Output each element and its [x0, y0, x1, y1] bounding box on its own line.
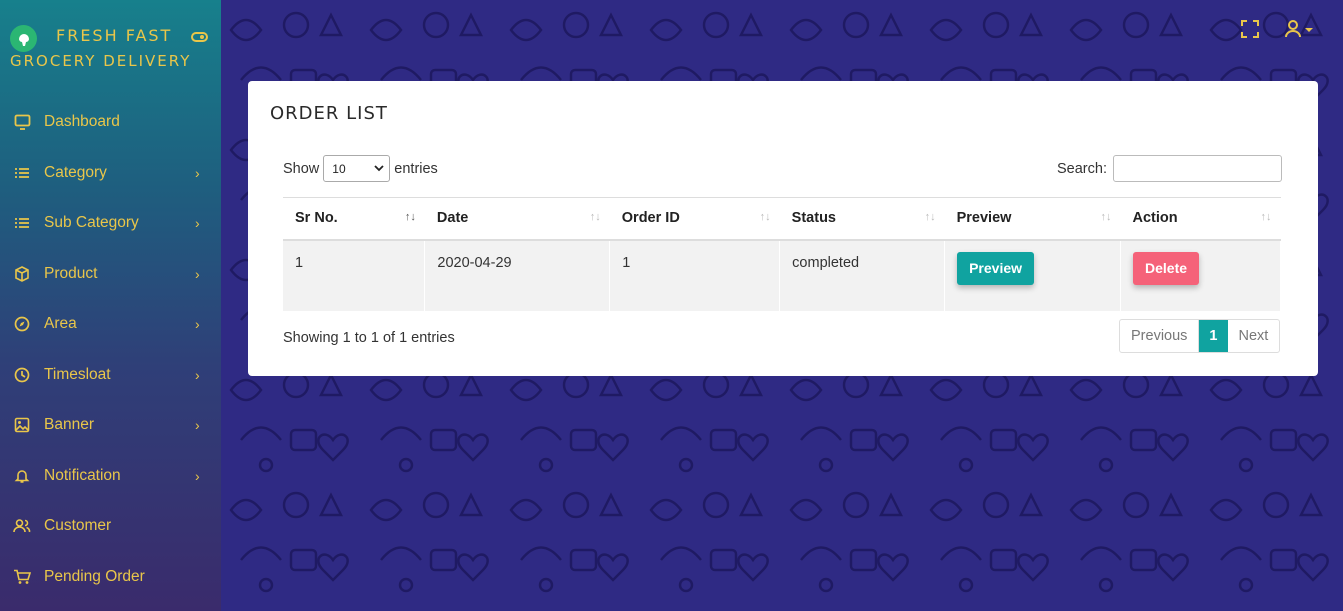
sidebar-item-product[interactable]: Product › [0, 249, 221, 300]
sort-icon: ↑↓ [1100, 211, 1112, 223]
page-size-control: Show 10 entries [283, 155, 438, 182]
column-header-label: Date [436, 210, 469, 227]
cell-sr-no: 1 [283, 239, 426, 311]
sort-icon: ↑↓ [924, 211, 936, 223]
chevron-right-icon: › [195, 417, 200, 434]
brand-name: FRESH FAST [56, 26, 173, 45]
entries-label: entries [394, 160, 438, 177]
sidebar-item-area[interactable]: Area › [0, 299, 221, 350]
search-control: Search: [1057, 155, 1282, 182]
column-header-label: Sr No. [295, 210, 338, 227]
cell-preview: Preview [944, 239, 1122, 311]
sidebar-item-dashboard[interactable]: Dashboard [0, 97, 221, 148]
sort-icon: ↑↓ [1260, 211, 1272, 223]
list-icon [13, 214, 31, 232]
chevron-right-icon: › [195, 366, 200, 383]
column-header-date[interactable]: Date ↑↓ [424, 197, 610, 241]
sort-icon: ↑↓ [759, 211, 771, 223]
sort-icon: ↑↓ [589, 211, 601, 223]
preview-button[interactable]: Preview [957, 251, 1035, 285]
table-row: 1 2020-04-29 1 completed Preview Delete [283, 239, 1281, 311]
sidebar-item-label: Category [44, 163, 107, 181]
column-header-order-id[interactable]: Order ID ↑↓ [609, 197, 780, 241]
column-header-sr-no[interactable]: Sr No. ↑↓ [283, 197, 425, 241]
page-number-button[interactable]: 1 [1199, 320, 1228, 352]
page-title: ORDER LIST [270, 103, 388, 124]
pagination: Previous 1 Next [1119, 319, 1281, 353]
sidebar-toggle-icon[interactable] [191, 30, 208, 44]
cell-date: 2020-04-29 [424, 239, 611, 311]
box-icon [13, 265, 31, 283]
bell-icon [13, 467, 31, 485]
sidebar-item-category[interactable]: Category › [0, 148, 221, 199]
table-info: Showing 1 to 1 of 1 entries [283, 330, 455, 346]
sidebar-item-label: Timesloat [44, 365, 111, 383]
column-header-label: Action [1132, 210, 1178, 227]
sidebar-item-banner[interactable]: Banner › [0, 400, 221, 451]
sidebar-item-label: Customer [44, 517, 112, 535]
search-label: Search: [1057, 160, 1107, 177]
next-page-button[interactable]: Next [1228, 320, 1280, 352]
compass-icon [13, 315, 31, 333]
sidebar-item-label: Product [44, 264, 98, 282]
show-label: Show [283, 160, 320, 177]
brand-tagline: GROCERY DELIVERY [10, 52, 192, 70]
sidebar-item-label: Banner [44, 416, 94, 434]
column-header-label: Preview [956, 210, 1012, 227]
users-icon [13, 517, 31, 535]
previous-page-button[interactable]: Previous [1120, 320, 1200, 352]
fullscreen-icon[interactable] [1240, 19, 1262, 39]
chevron-right-icon: › [195, 215, 200, 232]
image-icon [13, 416, 31, 434]
cell-status: completed [779, 239, 946, 311]
page-size-select[interactable]: 10 [323, 155, 391, 182]
cell-action: Delete [1120, 239, 1281, 311]
brand: FRESH FAST GROCERY DELIVERY [0, 0, 221, 80]
monitor-icon [13, 113, 31, 131]
sidebar-item-label: Area [44, 315, 77, 333]
user-menu-icon[interactable] [1284, 19, 1320, 39]
sidebar: FRESH FAST GROCERY DELIVERY Dashboard Ca… [0, 0, 221, 611]
logo-icon [10, 25, 37, 52]
sidebar-item-label: Dashboard [44, 113, 120, 131]
order-list-card: ORDER LIST Show 10 entries Search: Sr No… [248, 81, 1318, 376]
column-header-status[interactable]: Status ↑↓ [779, 197, 945, 241]
sort-icon: ↑↓ [404, 211, 416, 223]
page-size-value: 10 [332, 161, 346, 176]
sidebar-item-label: Pending Order [44, 567, 145, 585]
sidebar-item-label: Notification [44, 466, 121, 484]
sidebar-item-notification[interactable]: Notification › [0, 451, 221, 502]
chevron-down-icon [373, 162, 385, 177]
sidebar-item-label: Sub Category [44, 214, 139, 232]
clock-icon [13, 366, 31, 384]
delete-button[interactable]: Delete [1133, 251, 1200, 285]
chevron-right-icon: › [195, 265, 200, 282]
list-icon [13, 164, 31, 182]
chevron-right-icon: › [195, 316, 200, 333]
sidebar-menu: Dashboard Category › Sub Category › Prod… [0, 97, 221, 602]
orders-table: Sr No. ↑↓ Date ↑↓ Order ID ↑↓ Status ↑↓ Prev… [283, 197, 1281, 311]
search-input[interactable] [1112, 155, 1282, 182]
chevron-right-icon: › [195, 467, 200, 484]
chevron-right-icon: › [195, 164, 200, 181]
column-header-label: Order ID [621, 210, 680, 227]
sidebar-item-sub-category[interactable]: Sub Category › [0, 198, 221, 249]
sidebar-item-pending-order[interactable]: Pending Order [0, 552, 221, 603]
cart-icon [13, 568, 31, 586]
column-header-action[interactable]: Action ↑↓ [1120, 197, 1281, 241]
sidebar-item-customer[interactable]: Customer [0, 501, 221, 552]
column-header-label: Status [791, 210, 836, 227]
sidebar-item-timesloat[interactable]: Timesloat › [0, 350, 221, 401]
column-header-preview[interactable]: Preview ↑↓ [944, 197, 1121, 241]
cell-order-id: 1 [609, 239, 781, 311]
